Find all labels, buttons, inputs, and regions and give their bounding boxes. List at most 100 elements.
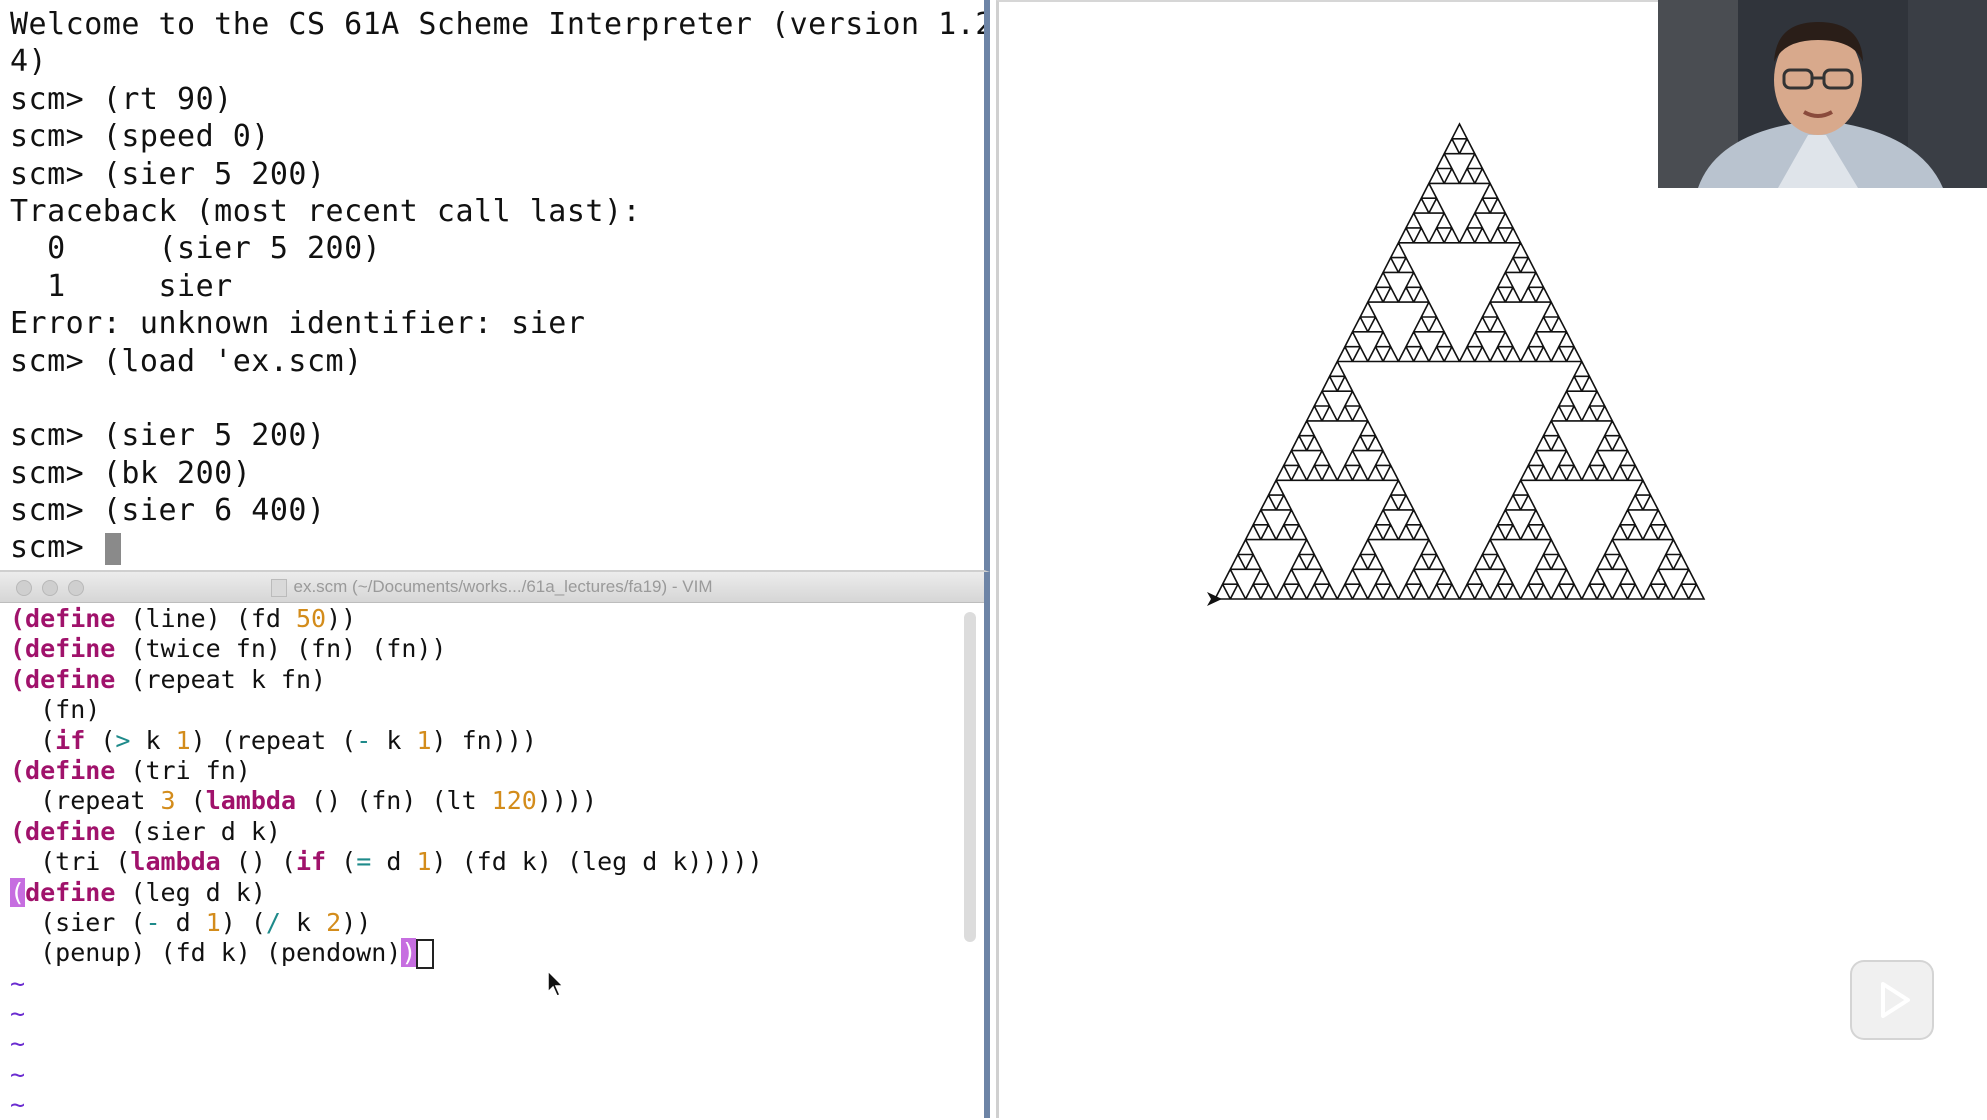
turtle-icon bbox=[1207, 592, 1222, 606]
terminal-line: scm> (sier 6 400) bbox=[10, 493, 326, 529]
code-token: (line) (fd bbox=[115, 604, 296, 633]
code-token: = bbox=[356, 847, 372, 877]
terminal-line: Error: unknown identifier: sier bbox=[10, 306, 586, 342]
play-icon bbox=[1881, 982, 1910, 1018]
code-token: 1 bbox=[416, 725, 432, 755]
terminal-line: scm> (speed 0) bbox=[10, 119, 270, 155]
document-icon bbox=[271, 578, 288, 597]
terminal-line: scm> (bk 200) bbox=[10, 455, 252, 491]
code-token: (leg d k) bbox=[115, 877, 266, 907]
vim-cursor bbox=[416, 939, 435, 970]
code-token: )))) bbox=[536, 786, 598, 816]
vim-window-title: ex.scm (~/Documents/works.../61a_lecture… bbox=[0, 572, 984, 602]
code-line[interactable]: (define (leg d k) bbox=[10, 877, 763, 908]
code-token: 3 bbox=[160, 786, 176, 816]
vim-title-text: ex.scm (~/Documents/works.../61a_lecture… bbox=[293, 577, 713, 596]
presenter-webcam bbox=[1658, 0, 1987, 188]
terminal-output: Welcome to the CS 61A Scheme Interpreter… bbox=[10, 6, 990, 567]
code-token: if bbox=[296, 847, 327, 877]
code-line[interactable]: (define (repeat k fn) bbox=[10, 665, 763, 695]
code-token: ( bbox=[326, 847, 357, 877]
terminal-prompt-line[interactable]: scm> bbox=[10, 529, 984, 566]
code-line[interactable]: (define (sier d k) bbox=[10, 817, 763, 847]
empty-line-tilde: ~ bbox=[10, 999, 26, 1029]
terminal-line: scm> (rt 90) bbox=[10, 81, 233, 117]
terminal-line: 1 sier bbox=[10, 268, 233, 304]
code-token: (tri fn) bbox=[115, 755, 251, 785]
code-line[interactable]: (tri (lambda () (if (= d 1) (fd k) (leg … bbox=[10, 847, 763, 877]
terminal-cursor bbox=[104, 532, 121, 565]
code-token: (tri ( bbox=[10, 847, 131, 877]
play-button[interactable] bbox=[1850, 960, 1934, 1040]
code-token: k bbox=[130, 725, 176, 755]
code-line[interactable]: (if (> k 1) (repeat (- k 1) fn))) bbox=[10, 726, 763, 756]
code-token: ) ( bbox=[220, 907, 266, 937]
code-token: - bbox=[356, 725, 372, 755]
empty-line-tilde: ~ bbox=[10, 1090, 26, 1118]
empty-line-tilde: ~ bbox=[10, 968, 26, 998]
empty-line-tilde: ~ bbox=[10, 1029, 26, 1059]
code-token: - bbox=[145, 907, 161, 937]
code-token: ) (fd k) (leg d k))))) bbox=[431, 847, 763, 877]
code-token: ) fn))) bbox=[431, 725, 537, 755]
code-token: ( bbox=[85, 725, 116, 755]
code-token: > bbox=[115, 725, 131, 755]
terminal-line: 4) bbox=[10, 44, 48, 80]
code-token: (fn) bbox=[10, 695, 101, 725]
code-token: (define bbox=[10, 816, 116, 846]
code-line[interactable]: (define (tri fn) bbox=[10, 756, 763, 786]
terminal-line: Traceback (most recent call last): bbox=[10, 193, 642, 229]
code-token: (sier d k) bbox=[115, 816, 281, 846]
code-token: 1 bbox=[205, 907, 221, 937]
code-buffer[interactable]: (define (line) (fd 50)) (define (twice fn… bbox=[10, 604, 763, 1118]
terminal-line: scm> (sier 5 200) bbox=[10, 418, 326, 454]
code-line[interactable]: (sier (- d 1) (/ k 2)) bbox=[10, 908, 763, 938]
code-token: k bbox=[371, 725, 417, 755]
terminal-line: scm> (sier 5 200) bbox=[10, 156, 326, 192]
vim-titlebar[interactable]: ex.scm (~/Documents/works.../61a_lecture… bbox=[0, 572, 984, 603]
terminal-prompt: scm> bbox=[10, 530, 103, 566]
code-token: ( bbox=[175, 786, 206, 816]
presenter-video-frame bbox=[1658, 0, 1987, 188]
code-token: (sier ( bbox=[10, 907, 146, 937]
scheme-terminal[interactable]: Welcome to the CS 61A Scheme Interpreter… bbox=[0, 0, 990, 572]
terminal-line: scm> (load 'ex.scm) bbox=[10, 343, 363, 379]
code-token: k bbox=[280, 907, 327, 937]
code-token: (define bbox=[10, 664, 116, 694]
code-token: ) bbox=[401, 938, 417, 968]
code-token: d bbox=[371, 847, 417, 877]
code-token: )) bbox=[341, 907, 372, 937]
code-token: define bbox=[25, 877, 116, 907]
terminal-line: 0 (sier 5 200) bbox=[10, 231, 382, 267]
code-token: 2 bbox=[326, 907, 342, 937]
code-token: () (fn) (lt bbox=[296, 786, 492, 816]
code-token: () ( bbox=[220, 847, 296, 877]
code-token: ( bbox=[10, 877, 26, 907]
code-token: (repeat k fn) bbox=[115, 664, 327, 694]
code-token: )) bbox=[326, 604, 357, 633]
code-token: lambda bbox=[205, 786, 296, 816]
code-line[interactable]: (fn) bbox=[10, 695, 763, 725]
code-line[interactable]: (define (line) (fd 50)) bbox=[10, 604, 763, 634]
sierpinski-triangle bbox=[1213, 122, 1706, 600]
code-token: lambda bbox=[130, 847, 221, 877]
code-token: 1 bbox=[175, 725, 191, 755]
vim-window[interactable]: ex.scm (~/Documents/works.../61a_lecture… bbox=[0, 572, 990, 1118]
code-token: d bbox=[160, 907, 206, 937]
code-line[interactable]: (penup) (fd k) (pendown)) bbox=[10, 938, 763, 970]
code-line[interactable]: (define (twice fn) (fn) (fn)) bbox=[10, 634, 763, 664]
code-token: (define bbox=[10, 604, 116, 633]
code-line[interactable]: (repeat 3 (lambda () (fn) (lt 120)))) bbox=[10, 786, 763, 816]
code-token: (define bbox=[10, 634, 116, 664]
code-token: (repeat bbox=[10, 786, 161, 816]
sierpinski-path bbox=[1213, 122, 1706, 600]
vim-scrollbar[interactable] bbox=[964, 612, 976, 942]
code-token: / bbox=[265, 907, 281, 937]
code-token: ) (repeat ( bbox=[190, 725, 357, 755]
terminal-line: Welcome to the CS 61A Scheme Interpreter… bbox=[10, 7, 990, 42]
code-token: (penup) (fd k) (pendown) bbox=[10, 938, 402, 968]
code-token: (twice fn) (fn) (fn)) bbox=[115, 634, 447, 664]
code-token: 120 bbox=[491, 786, 537, 816]
code-token: 1 bbox=[416, 847, 432, 877]
